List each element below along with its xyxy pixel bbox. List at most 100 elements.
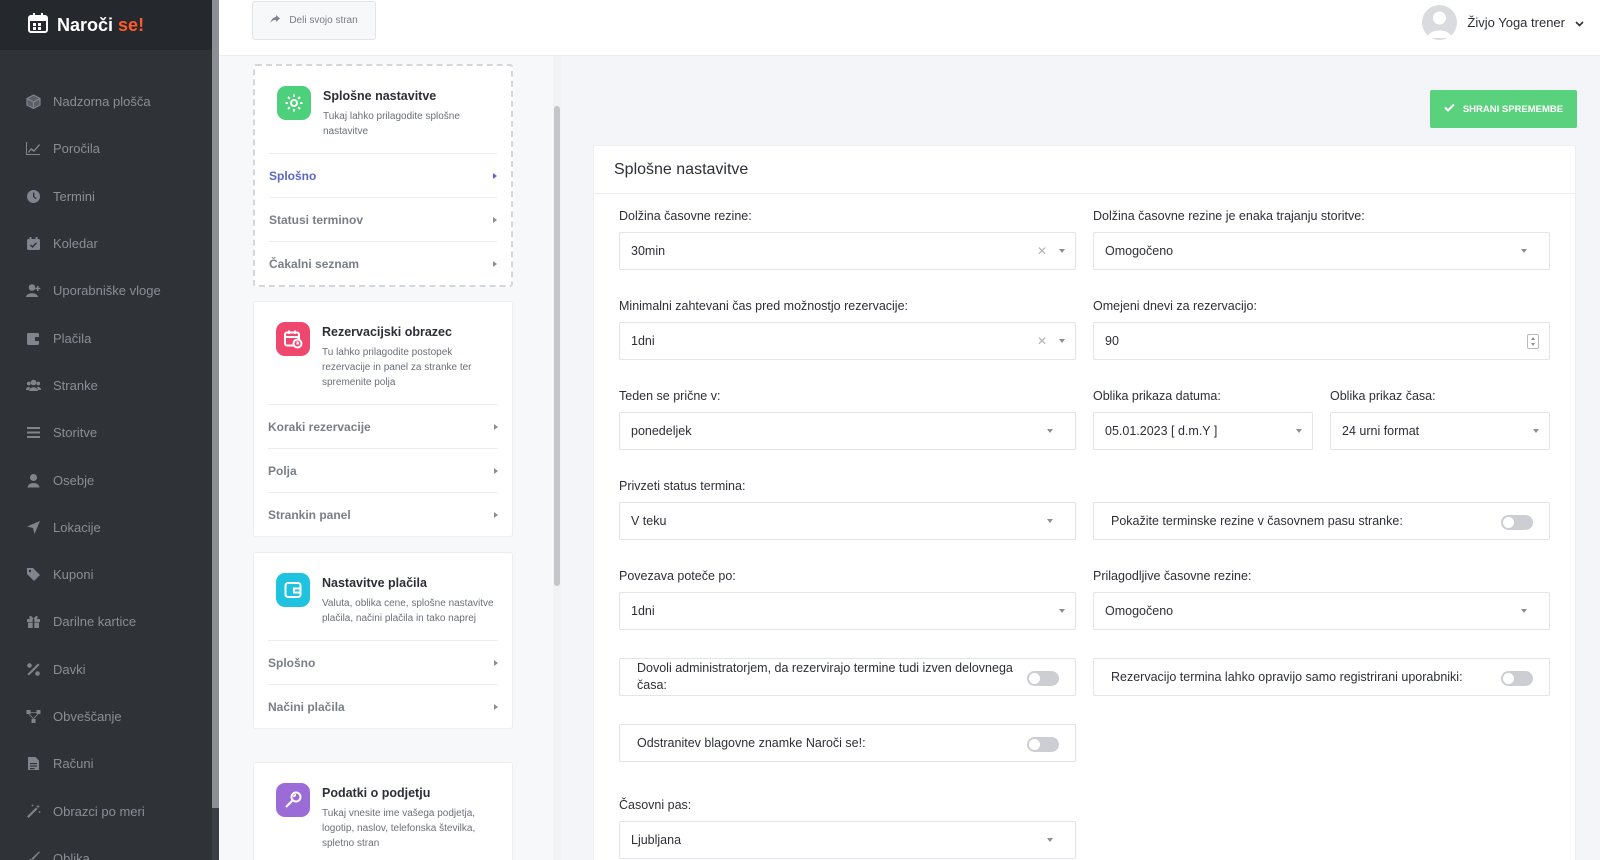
settings-link[interactable]: Strankin panel bbox=[268, 492, 498, 536]
week-start-select[interactable]: ponedeljek bbox=[619, 412, 1076, 450]
admin-outside-hours-toggle[interactable] bbox=[1027, 671, 1059, 686]
chevron-down-icon bbox=[1047, 429, 1053, 433]
sidebar-item-oblika[interactable]: Oblika bbox=[0, 835, 212, 860]
show-timezone-toggle[interactable] bbox=[1501, 515, 1533, 530]
limited-days-label: Omejeni dnevi za rezervacijo: bbox=[1093, 299, 1257, 313]
flexible-slots-select[interactable]: Omogočeno bbox=[1093, 592, 1550, 630]
settings-link[interactable]: Splošno bbox=[268, 640, 498, 684]
settings-card-text: Podatki o podjetju Tukaj vnesite ime vaše… bbox=[322, 783, 494, 851]
min-time-select[interactable]: 1dni ✕ bbox=[619, 322, 1076, 360]
caret-right-icon bbox=[494, 423, 498, 430]
settings-card-header[interactable]: Nastavitve plačila Valuta, oblika cene, s… bbox=[254, 553, 512, 640]
sidebar-item-racuni[interactable]: Računi bbox=[0, 740, 212, 787]
time-format-label: Oblika prikaz časa: bbox=[1330, 389, 1436, 403]
share-page-button[interactable]: Deli svojo stran bbox=[252, 1, 376, 40]
clear-icon[interactable]: ✕ bbox=[1037, 334, 1047, 348]
settings-link[interactable]: Splošno bbox=[269, 153, 497, 197]
remove-branding-toggle[interactable] bbox=[1027, 737, 1059, 752]
calendar-icon bbox=[26, 236, 41, 251]
week-start-value: ponedeljek bbox=[631, 424, 692, 438]
sidebar-item-storitve[interactable]: Storitve bbox=[0, 409, 212, 456]
sidebar-item-koledar[interactable]: Koledar bbox=[0, 220, 212, 267]
chart-icon bbox=[26, 141, 41, 156]
chevron-down-icon bbox=[1059, 249, 1065, 253]
tag-icon bbox=[26, 567, 41, 582]
sidebar-item-lokacije[interactable]: Lokacije bbox=[0, 504, 212, 551]
settings-link[interactable]: Koraki rezervacije bbox=[268, 404, 498, 448]
link-expires-value: 1dni bbox=[631, 604, 655, 618]
registered-only-toggle[interactable] bbox=[1501, 671, 1533, 686]
timezone-value: Ljubljana bbox=[631, 833, 682, 847]
sidebar-item-label: Nadzorna plošča bbox=[53, 94, 151, 110]
sidebar-item-label: Darilne kartice bbox=[53, 614, 137, 630]
settings-link[interactable]: Statusi terminov bbox=[269, 197, 497, 241]
registered-only-setting: Rezervacijo termina lahko opravijo samo … bbox=[1093, 658, 1550, 696]
settings-scrollbar-thumb[interactable] bbox=[554, 106, 560, 586]
settings-link-label: Načini plačila bbox=[268, 699, 345, 714]
slot-length-select[interactable]: 30min ✕ bbox=[619, 232, 1076, 270]
sidebar-item-label: Storitve bbox=[53, 425, 98, 441]
sidebar-item-nadzorna-plosca[interactable]: Nadzorna plošča bbox=[0, 78, 212, 125]
link-expires-select[interactable]: 1dni bbox=[619, 592, 1076, 630]
settings-card-general-settings: Splošne nastavitve Tukaj lahko prilagodit… bbox=[253, 64, 513, 287]
sidebar-item-stranke[interactable]: Stranke bbox=[0, 362, 212, 409]
sidebar-item-label: Stranke bbox=[53, 377, 98, 393]
save-changes-button[interactable]: SHRANI SPREMEMBE bbox=[1430, 90, 1577, 128]
settings-link-label: Koraki rezervacije bbox=[268, 419, 371, 434]
settings-link[interactable]: Čakalni seznam bbox=[269, 241, 497, 285]
sidebar-item-obrazci-po-meri[interactable]: Obrazci po meri bbox=[0, 787, 212, 834]
panel-title: Splošne nastavitve bbox=[614, 161, 749, 178]
min-time-value: 1dni bbox=[631, 334, 655, 348]
sidebar-item-kuponi[interactable]: Kuponi bbox=[0, 551, 212, 598]
user-menu[interactable]: Živjo Yoga trener bbox=[1422, 5, 1584, 40]
settings-categories: Splošne nastavitve Tukaj lahko prilagodit… bbox=[219, 56, 553, 860]
location-arrow-icon bbox=[26, 520, 41, 535]
date-format-label: Oblika prikaza datuma: bbox=[1093, 389, 1221, 403]
clear-icon[interactable]: ✕ bbox=[1037, 244, 1047, 258]
time-format-value: 24 urni format bbox=[1342, 424, 1420, 438]
number-spinner[interactable] bbox=[1527, 334, 1539, 349]
sidebar-scrollbar-thumb[interactable] bbox=[212, 0, 219, 808]
settings-card-booking-form: Rezervacijski obrazec Tu lahko prilagodit… bbox=[253, 301, 513, 537]
avatar bbox=[1422, 5, 1458, 40]
sidebar-item-obvescanje[interactable]: Obveščanje bbox=[0, 693, 212, 740]
brush-icon bbox=[26, 851, 41, 860]
default-status-select[interactable]: V teku bbox=[619, 502, 1076, 540]
caret-right-icon bbox=[494, 659, 498, 666]
settings-link[interactable]: Načini plačila bbox=[268, 684, 498, 728]
sidebar-item-davki[interactable]: Davki bbox=[0, 646, 212, 693]
logo[interactable]: Naroči se! bbox=[0, 0, 212, 50]
settings-link-label: Statusi terminov bbox=[269, 212, 364, 227]
gift-icon bbox=[26, 614, 41, 629]
sidebar-item-osebje[interactable]: Osebje bbox=[0, 456, 212, 503]
general-settings-panel: Splošne nastavitve Dolžina časovne rezin… bbox=[593, 145, 1577, 860]
sidebar-item-placila[interactable]: Plačila bbox=[0, 314, 212, 361]
time-format-select[interactable]: 24 urni format bbox=[1330, 412, 1550, 450]
user-name: Živjo Yoga trener bbox=[1467, 15, 1565, 30]
sidebar-item-label: Lokacije bbox=[53, 519, 101, 535]
calendar-clock-icon bbox=[276, 322, 310, 356]
sidebar-item-label: Oblika bbox=[53, 850, 90, 860]
date-format-select[interactable]: 05.01.2023 [ d.m.Y ] bbox=[1093, 412, 1313, 450]
settings-card-text: Rezervacijski obrazec Tu lahko prilagodit… bbox=[322, 322, 494, 390]
gear-icon bbox=[277, 86, 311, 120]
settings-card-text: Splošne nastavitve Tukaj lahko prilagodit… bbox=[323, 86, 493, 139]
settings-card-header[interactable]: Splošne nastavitve Tukaj lahko prilagodit… bbox=[255, 66, 511, 153]
cube-icon bbox=[26, 94, 41, 110]
sidebar-item-darilne-kartice[interactable]: Darilne kartice bbox=[0, 598, 212, 645]
settings-card-header[interactable]: Rezervacijski obrazec Tu lahko prilagodit… bbox=[254, 302, 512, 404]
caret-right-icon bbox=[493, 216, 497, 223]
limited-days-input[interactable]: 90 bbox=[1093, 322, 1550, 360]
save-changes-label: SHRANI SPREMEMBE bbox=[1462, 103, 1564, 115]
timezone-select[interactable]: Ljubljana bbox=[619, 821, 1076, 859]
slot-eq-service-value: Omogočeno bbox=[1105, 244, 1174, 258]
sidebar-item-termini[interactable]: Termini bbox=[0, 173, 212, 220]
sidebar-item-uporabniske-vloge[interactable]: Uporabniške vloge bbox=[0, 267, 212, 314]
slot-eq-service-select[interactable]: Omogočeno bbox=[1093, 232, 1550, 270]
settings-card-company-info: Podatki o podjetju Tukaj vnesite ime vaše… bbox=[253, 762, 513, 860]
sidebar-item-porocila[interactable]: Poročila bbox=[0, 125, 212, 172]
settings-card-header[interactable]: Podatki o podjetju Tukaj vnesite ime vaše… bbox=[254, 763, 512, 860]
chevron-down-icon bbox=[1521, 609, 1527, 613]
sidebar-item-label: Koledar bbox=[53, 236, 98, 252]
settings-link[interactable]: Polja bbox=[268, 448, 498, 492]
